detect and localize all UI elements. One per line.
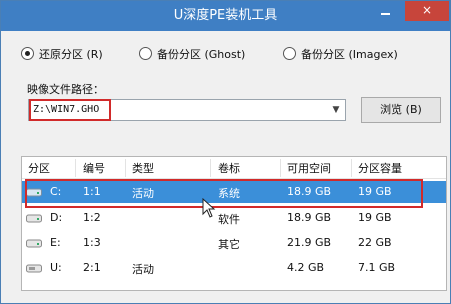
cell-type: 活动 [132,263,154,276]
column-divider [210,159,211,177]
cell-number: 1:3 [83,236,101,249]
cell-free: 4.2 GB [287,261,325,274]
title-bar: U深度PE装机工具 × [1,1,450,31]
column-divider [351,159,352,177]
path-highlight-box [29,99,111,121]
minimize-icon [381,13,390,15]
cell-label: 软件 [218,213,240,226]
hard-drive-icon [26,239,42,248]
table-row[interactable]: E: 1:3 其它 21.9 GB 22 GB [22,232,446,254]
minimize-button[interactable] [373,1,397,21]
col-label[interactable]: 卷标 [218,160,240,176]
cell-capacity: 22 GB [358,236,392,249]
radio-dot [283,47,296,60]
cell-capacity: 7.1 GB [358,261,396,274]
cell-free: 21.9 GB [287,236,332,249]
cell-label: 其它 [218,238,240,251]
col-type[interactable]: 类型 [132,160,154,176]
radio-dot [139,47,152,60]
col-free[interactable]: 可用空间 [287,160,331,176]
radio-backup-ghost-label: 备份分区 (Ghost) [157,48,246,61]
table-row[interactable]: U: 2:1 活动 4.2 GB 7.1 GB [22,257,446,279]
column-divider [125,159,126,177]
mode-radio-group: 还原分区 (R) 备份分区 (Ghost) 备份分区 (Imagex) [1,41,450,65]
chevron-down-icon[interactable]: ▼ [327,100,345,120]
table-row[interactable]: D: 1:2 软件 18.9 GB 19 GB [22,207,446,229]
selected-row-highlight-box [25,179,423,208]
radio-restore-label: 还原分区 (R) [39,48,103,61]
image-path-label: 映像文件路径： [27,83,104,96]
main-window: U深度PE装机工具 × 还原分区 (R) 备份分区 (Ghost) 备份分区 (… [0,0,451,304]
cell-free: 18.9 GB [287,211,332,224]
cell-capacity: 19 GB [358,211,392,224]
partition-table: 分区 编号 类型 卷标 可用空间 分区容量 C: 1:1 活动 系统 18.9 … [21,156,447,291]
close-button[interactable]: × [405,1,449,21]
table-header: 分区 编号 类型 卷标 可用空间 分区容量 [22,157,446,179]
col-capacity[interactable]: 分区容量 [358,160,402,176]
column-divider [75,159,76,177]
cell-drive: D: [50,211,63,224]
col-partition[interactable]: 分区 [28,160,50,176]
col-number[interactable]: 编号 [83,160,105,176]
usb-drive-icon [26,264,42,273]
mouse-cursor-icon [202,198,216,218]
radio-backup-imagex-label: 备份分区 (Imagex) [301,48,398,61]
hard-drive-icon [26,214,42,223]
column-divider [280,159,281,177]
browse-button[interactable]: 浏览 (B) [361,97,441,123]
cell-drive: E: [50,236,61,249]
cell-number: 2:1 [83,261,101,274]
radio-dot-selected [21,47,34,60]
cell-drive: U: [50,261,62,274]
cell-number: 1:2 [83,211,101,224]
